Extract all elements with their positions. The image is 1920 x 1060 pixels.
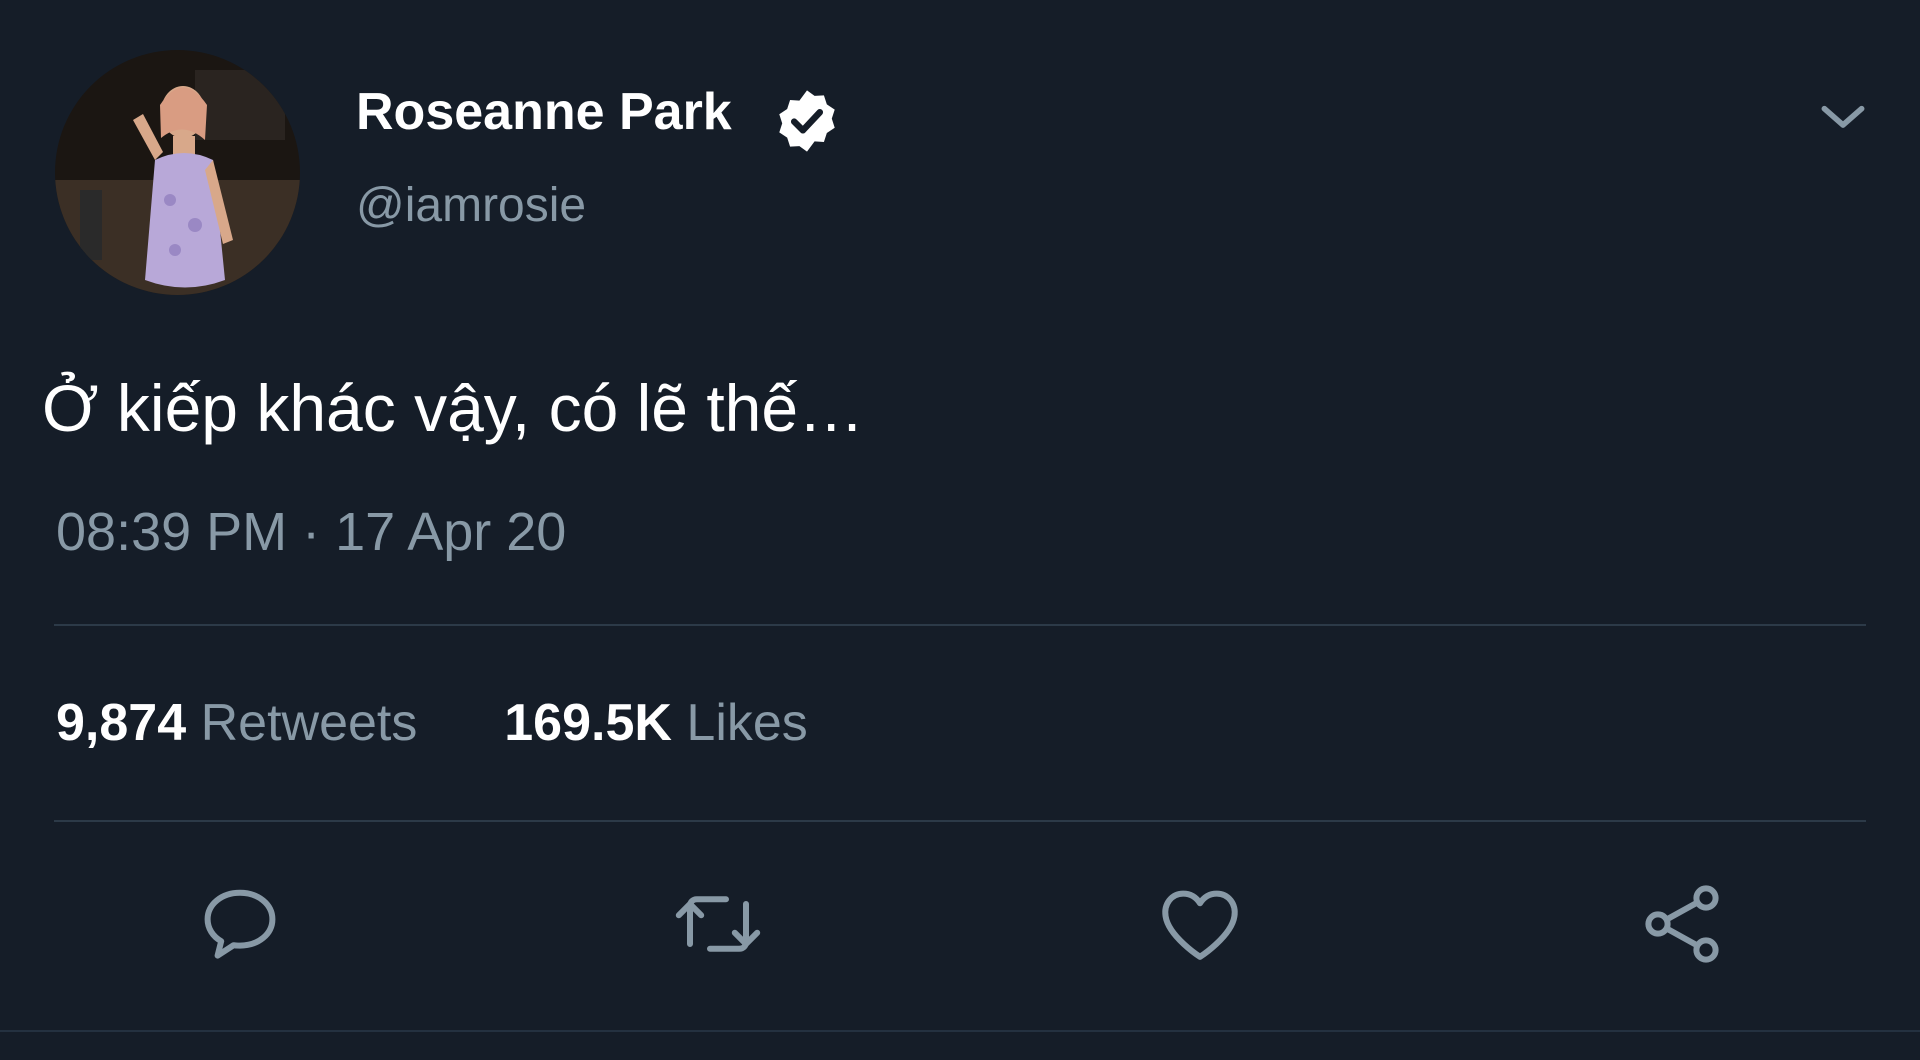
display-name[interactable]: Roseanne Park xyxy=(356,82,732,142)
avatar[interactable] xyxy=(55,50,300,295)
share-button[interactable] xyxy=(1634,876,1730,972)
profile-photo xyxy=(55,50,300,295)
retweet-arrows-icon xyxy=(675,896,761,952)
heart-icon xyxy=(1162,890,1238,960)
tweet-detail: Roseanne Park @iamrosie Ở kiếp khác vậy,… xyxy=(0,0,1920,1060)
retweets-stat[interactable]: 9,874 Retweets xyxy=(56,694,432,752)
chevron-down-icon[interactable] xyxy=(1815,90,1871,146)
tweet-timestamp[interactable]: 08:39 PM · 17 Apr 20 xyxy=(56,500,566,564)
tweet-stats: 9,874 Retweets 169.5K Likes xyxy=(56,692,808,754)
share-nodes-icon xyxy=(1645,885,1719,963)
retweets-label: Retweets xyxy=(200,694,418,752)
likes-stat[interactable]: 169.5K Likes xyxy=(504,694,808,752)
reply-button[interactable] xyxy=(192,876,288,972)
speech-bubble-icon xyxy=(204,889,276,959)
likes-count: 169.5K xyxy=(504,694,672,752)
likes-label: Likes xyxy=(686,694,808,752)
divider xyxy=(0,1030,1920,1032)
verified-badge-icon xyxy=(779,90,835,152)
tweet-text: Ở kiếp khác vậy, có lẽ thế… xyxy=(42,371,865,445)
retweets-count: 9,874 xyxy=(56,694,187,752)
like-button[interactable] xyxy=(1152,876,1248,972)
divider xyxy=(54,624,1866,626)
user-handle[interactable]: @iamrosie xyxy=(356,178,586,234)
retweet-button[interactable] xyxy=(670,876,766,972)
divider xyxy=(54,820,1866,822)
